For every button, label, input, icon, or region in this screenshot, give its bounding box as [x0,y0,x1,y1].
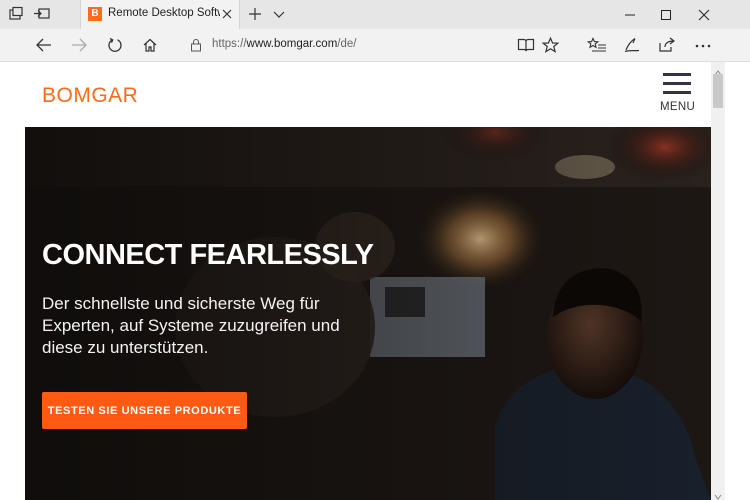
tab-title: Remote Desktop Software [108,7,220,19]
address-bar[interactable]: https://www.bomgar.com/de/ [178,33,570,57]
favorite-star-icon[interactable] [537,33,563,57]
maximize-button[interactable] [648,0,684,29]
url-path: /de/ [337,38,357,50]
url-scheme: https:// [212,38,247,50]
hamburger-icon-bar [663,91,691,94]
tab-preview-chevron-icon[interactable] [272,3,286,25]
scroll-down-arrow-icon[interactable] [714,488,722,500]
forward-icon[interactable] [66,33,92,57]
more-options-icon[interactable] [690,33,716,57]
web-note-pen-icon[interactable] [619,33,645,57]
menu-label: MENU [660,101,696,113]
bomgar-logo[interactable]: BOMGAR [42,84,138,108]
favicon: B [88,7,102,21]
tab-manager-icon[interactable] [8,6,26,22]
new-tab-icon[interactable] [247,3,263,25]
refresh-icon[interactable] [102,33,128,57]
page-viewport: BOMGAR MENU CONNECT FEARLESSLY Der schne… [25,62,711,500]
navigation-bar: https://www.bomgar.com/de/ [0,29,750,62]
title-bar: B Remote Desktop Software [0,0,750,29]
scroll-up-arrow-icon[interactable] [714,64,722,76]
close-tab-icon[interactable] [219,5,235,23]
scrollbar-thumb[interactable] [713,74,723,108]
lock-icon [190,38,202,52]
url-text[interactable]: https://www.bomgar.com/de/ [212,38,356,50]
browser-tab[interactable]: B Remote Desktop Software [80,0,240,29]
home-icon[interactable] [137,33,163,57]
set-aside-tabs-icon[interactable] [33,6,51,22]
hamburger-icon-bar [663,82,691,85]
window-margin-left [0,62,25,500]
vertical-scrollbar[interactable] [711,62,725,500]
url-host: www.bomgar.com [246,38,338,50]
window-margin-right [725,62,750,500]
minimize-button[interactable] [612,0,648,29]
hamburger-icon-bar [663,73,691,76]
favorites-hub-icon[interactable] [584,33,610,57]
try-products-button[interactable]: TESTEN SIE UNSERE PRODUKTE [42,392,247,429]
back-icon[interactable] [31,33,57,57]
reading-view-icon[interactable] [513,33,539,57]
site-header: BOMGAR MENU [25,62,711,127]
hero-title: CONNECT FEARLESSLY [42,239,374,271]
hero-description: Der schnellste und sicherste Weg für Exp… [42,294,340,357]
share-icon[interactable] [654,33,680,57]
hero-section: CONNECT FEARLESSLY Der schnellste und si… [25,127,711,500]
menu-button[interactable]: MENU [658,73,702,119]
close-window-button[interactable] [686,0,722,29]
